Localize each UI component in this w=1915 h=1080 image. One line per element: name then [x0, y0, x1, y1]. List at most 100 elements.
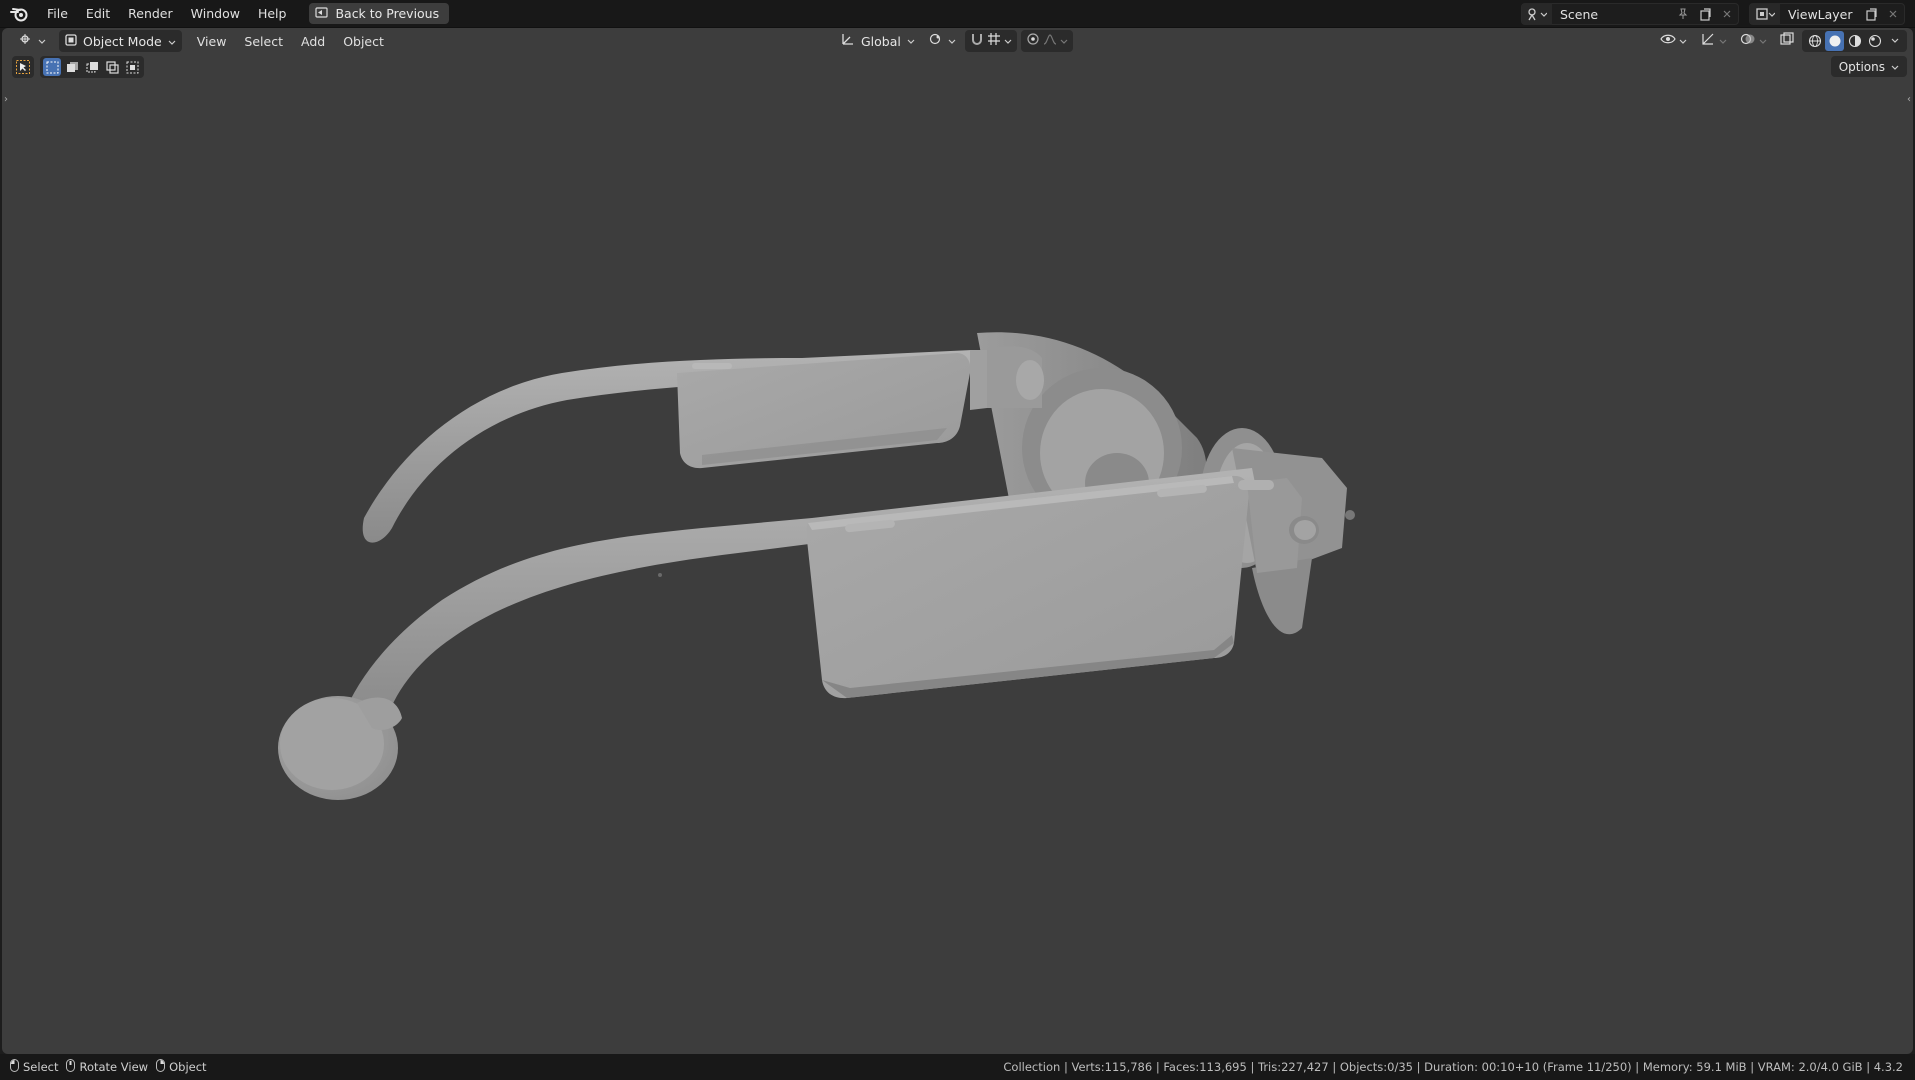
orientation-label: Global	[861, 33, 901, 49]
mouse-middle-icon	[66, 1059, 76, 1075]
viewport-menu-select[interactable]: Select	[235, 34, 292, 49]
select-tool-button[interactable]	[12, 56, 34, 78]
select-invert-icon	[105, 60, 119, 74]
transform-tools: Global	[836, 30, 1073, 52]
glasses-model[interactable]	[2, 28, 1913, 1054]
falloff-icon[interactable]	[1043, 32, 1057, 50]
mode-dropdown[interactable]: Object Mode	[59, 30, 182, 52]
menu-file[interactable]: File	[38, 3, 77, 25]
xray-icon	[1780, 32, 1794, 50]
viewport-menu-add[interactable]: Add	[292, 34, 334, 49]
xray-toggle[interactable]	[1775, 30, 1799, 52]
wireframe-shading-button[interactable]	[1805, 31, 1824, 51]
select-invert-button[interactable]	[103, 58, 121, 76]
select-subtract-button[interactable]	[83, 58, 101, 76]
object-mode-icon	[65, 33, 77, 49]
proportional-edit-icon	[1026, 32, 1040, 50]
material-preview-button[interactable]	[1845, 31, 1864, 51]
back-to-previous-label: Back to Previous	[335, 6, 440, 21]
overlays-toggle[interactable]	[1735, 30, 1772, 52]
view-layer-name[interactable]: ViewLayer	[1780, 7, 1860, 22]
back-to-previous-button[interactable]: Back to Previous	[309, 3, 450, 24]
hint-rotate-label: Rotate View	[79, 1060, 149, 1074]
new-scene-icon[interactable]	[1694, 3, 1716, 25]
mouse-left-icon	[10, 1059, 19, 1075]
chevron-down-icon	[1891, 60, 1899, 74]
blender-logo-icon[interactable]	[0, 0, 38, 28]
mode-label: Object Mode	[83, 33, 162, 49]
scene-name[interactable]: Scene	[1552, 7, 1672, 22]
hint-select: Select	[10, 1059, 58, 1075]
snap-toggle[interactable]	[964, 30, 1017, 52]
chevron-down-icon	[1719, 34, 1727, 49]
near-electronics-panel	[806, 475, 1250, 699]
gizmo-toggle[interactable]	[1695, 30, 1732, 52]
sidebar-expand-arrow-icon[interactable]: ‹	[1907, 94, 1911, 105]
solid-shading-button[interactable]	[1825, 31, 1844, 51]
select-new-button[interactable]	[43, 58, 61, 76]
select-extend-button[interactable]	[63, 58, 81, 76]
selection-mode-group	[40, 56, 144, 78]
select-intersect-button[interactable]	[123, 58, 141, 76]
blender-window: File Edit Render Window Help Back to Pre…	[0, 0, 1915, 1080]
scene-selector[interactable]: Scene	[1521, 3, 1739, 25]
mouse-right-icon	[156, 1059, 166, 1075]
screen-back-icon	[315, 6, 329, 21]
options-dropdown[interactable]: Options	[1830, 56, 1907, 77]
viewport-menu-object[interactable]: Object	[334, 34, 393, 49]
viewport-header: Object Mode View Select Add Object Globa…	[2, 28, 1913, 54]
material-sphere-icon	[1848, 34, 1861, 48]
proportional-editing-toggle[interactable]	[1020, 30, 1073, 52]
pivot-icon	[929, 32, 945, 50]
view-layer-icon[interactable]	[1750, 3, 1780, 25]
hint-rotate-view: Rotate View	[66, 1059, 148, 1075]
menu-edit[interactable]: Edit	[77, 3, 119, 25]
new-view-layer-icon[interactable]	[1860, 3, 1882, 25]
snap-increment-icon[interactable]	[987, 32, 1001, 50]
gizmo-icon	[1700, 32, 1716, 50]
chevron-down-icon	[168, 34, 176, 49]
workspace-selectors: Scene ViewLayer	[1521, 3, 1905, 25]
editor-type-button[interactable]	[14, 30, 51, 52]
viewport-menu-view[interactable]: View	[188, 34, 236, 49]
menu-render[interactable]: Render	[119, 3, 182, 25]
scene-icon[interactable]	[1522, 3, 1552, 25]
select-intersect-icon	[126, 61, 138, 73]
pivot-point-dropdown[interactable]	[924, 30, 961, 52]
toolbar-expand-arrow-icon[interactable]: ›	[4, 94, 8, 105]
view-layer-selector[interactable]: ViewLayer	[1749, 3, 1905, 25]
chevron-down-icon	[38, 34, 46, 49]
options-label: Options	[1838, 59, 1885, 74]
chevron-down-icon	[1004, 34, 1012, 49]
tool-settings-row	[12, 56, 144, 78]
menu-help[interactable]: Help	[249, 3, 296, 25]
3d-viewport[interactable]: Object Mode View Select Add Object Globa…	[2, 28, 1913, 1054]
menu-window[interactable]: Window	[182, 3, 249, 25]
chevron-down-icon	[1679, 34, 1687, 49]
editor-type-icon	[19, 32, 35, 50]
pin-icon[interactable]	[1672, 3, 1694, 25]
chevron-down-icon	[1060, 34, 1068, 49]
chevron-down-icon	[948, 34, 956, 49]
eye-icon	[1660, 33, 1676, 49]
transform-orientation-dropdown[interactable]: Global	[836, 30, 920, 52]
wireframe-sphere-icon	[1808, 34, 1821, 48]
select-subtract-icon	[86, 61, 98, 72]
chevron-down-icon	[907, 34, 915, 49]
scene-statistics: Collection | Verts:115,786 | Faces:113,6…	[1003, 1060, 1903, 1074]
rendered-sphere-icon	[1868, 34, 1881, 48]
hint-select-label: Select	[23, 1060, 59, 1074]
orientation-axes-icon	[841, 32, 855, 50]
overlay-icon	[1740, 32, 1756, 50]
close-view-layer-icon[interactable]	[1882, 3, 1904, 25]
shading-mode-group	[1802, 30, 1907, 52]
visibility-dropdown[interactable]	[1655, 30, 1692, 52]
viewport-display-tools	[1655, 30, 1907, 52]
close-scene-icon[interactable]	[1716, 3, 1738, 25]
cursor-arrow-icon	[16, 60, 30, 74]
shading-options-button[interactable]	[1885, 31, 1904, 51]
chevron-down-icon	[1759, 34, 1767, 49]
select-new-icon	[46, 61, 58, 73]
hint-object: Object	[156, 1059, 207, 1075]
rendered-shading-button[interactable]	[1865, 31, 1884, 51]
